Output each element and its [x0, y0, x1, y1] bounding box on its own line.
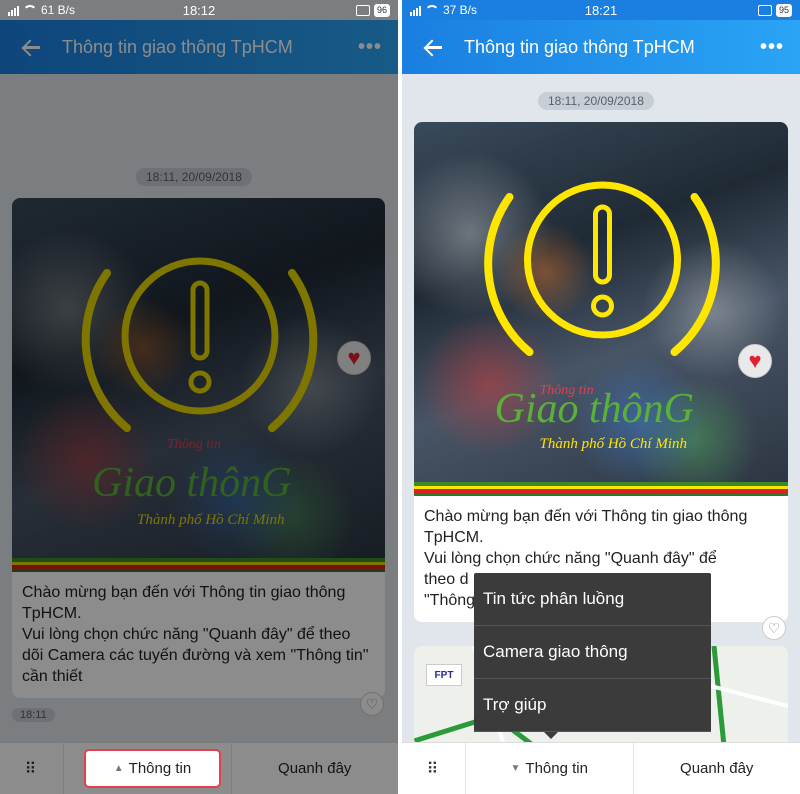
clock: 18:21: [584, 2, 618, 18]
info-button[interactable]: ▼ Thông tin: [466, 743, 634, 794]
heart-icon[interactable]: ♥: [738, 344, 772, 378]
app-title: Thông tin giao thông TpHCM: [464, 36, 695, 57]
menu-item-help[interactable]: Trợ giúp: [474, 679, 711, 732]
date-stamp: 18:11, 20/09/2018: [538, 92, 654, 110]
welcome-card[interactable]: Thông tin Giao thônG Thành phố Hồ Chí Mi…: [414, 122, 788, 622]
app-bar: Thông tin giao thông TpHCM •••: [0, 20, 398, 74]
traffic-banner: Thông tin Giao thônG Thành phố Hồ Chí Mi…: [414, 122, 788, 496]
info-menu: Tin tức phân luồng Camera giao thông Trợ…: [474, 573, 711, 739]
back-arrow-icon[interactable]: [424, 38, 442, 56]
caret-up-icon: ▲: [113, 763, 124, 774]
caret-down-icon: ▼: [510, 763, 521, 774]
nearby-button[interactable]: Quanh đây: [634, 743, 800, 794]
banner-line2: Giao thônG: [495, 386, 695, 432]
dim-overlay[interactable]: [0, 0, 398, 742]
app-bar: Thông tin giao thông TpHCM •••: [402, 20, 800, 74]
banner-line3: Thành phố Hồ Chí Minh: [540, 436, 688, 452]
more-icon[interactable]: •••: [358, 36, 382, 59]
left-screen: 18:11, 20/09/2018 Thông tin Giao thônG T…: [0, 0, 398, 794]
alert-logo: Thông tin Giao thônG Thành phố Hồ Chí Mi…: [484, 181, 720, 452]
clock: 18:12: [182, 2, 216, 18]
menu-item-camera[interactable]: Camera giao thông: [474, 626, 711, 679]
keyboard-icon[interactable]: ⠿: [402, 743, 466, 794]
heart-outline-icon[interactable]: ♡: [762, 616, 786, 640]
info-label: Thông tin: [525, 760, 588, 777]
color-stripes: [414, 482, 788, 496]
nearby-button[interactable]: Quanh đây: [232, 743, 399, 794]
status-bar: 61 B/s 18:12 96: [0, 0, 398, 20]
info-button-highlight[interactable]: ▲ Thông tin: [84, 749, 221, 788]
more-icon[interactable]: •••: [760, 36, 784, 59]
info-label: Thông tin: [128, 760, 192, 777]
status-bar: 37 B/s 18:21 95: [402, 0, 800, 20]
bottom-bar: ⠿ ▼ Thông tin Quanh đây: [402, 742, 800, 794]
keyboard-icon[interactable]: ⠿: [0, 743, 64, 794]
menu-item-news[interactable]: Tin tức phân luồng: [474, 573, 711, 626]
right-screen: 37 B/s 18:21 95 Thông tin giao thông TpH…: [402, 0, 800, 794]
back-arrow-icon[interactable]: [22, 38, 40, 56]
menu-pointer: [544, 732, 558, 739]
app-title: Thông tin giao thông TpHCM: [62, 36, 293, 57]
